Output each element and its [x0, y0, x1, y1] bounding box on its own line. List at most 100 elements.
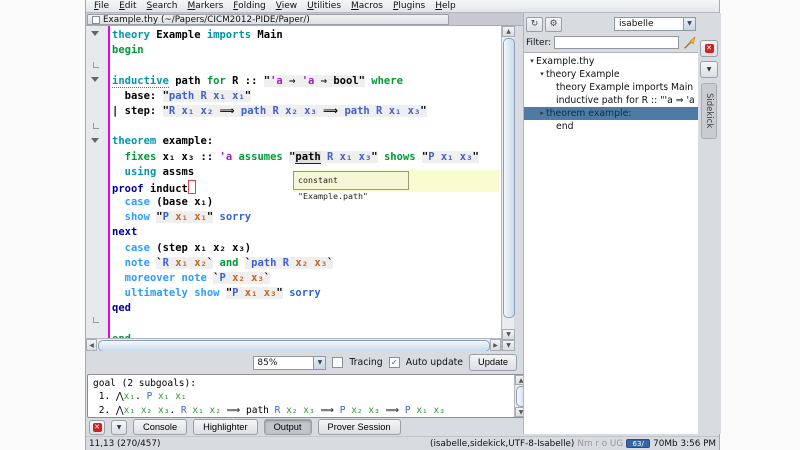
tree-node-label: end: [556, 121, 574, 132]
tracing-label: Tracing: [349, 357, 383, 368]
zoom-level-value: 85%: [257, 357, 278, 368]
code-line: fixes x₁ x₃ :: 'a assumes "path R x₁ x₃"…: [124, 150, 479, 164]
jedit-window: File Edit Search Markers Folding View Utilitie…: [85, 0, 721, 450]
tree-row[interactable]: theory Example imports Main: [524, 81, 698, 94]
filter-input[interactable]: [554, 36, 679, 49]
tree-expand-icon[interactable]: ▾: [528, 55, 536, 68]
tree-expand-icon[interactable]: ▾: [538, 68, 546, 81]
tree-node-label: inductive path for R :: "'a ⇒ 'a ⇒ bool": [556, 95, 698, 106]
tree-expand-icon[interactable]: ▸: [538, 107, 546, 120]
code-line: ultimately show "P x₁ x₃" sorry: [124, 287, 321, 300]
menu-file[interactable]: File: [89, 0, 114, 12]
tree-node-label: Example.thy: [536, 56, 595, 67]
entity-tooltip: constant "Example.path": [293, 171, 409, 201]
close-icon: ✕: [92, 422, 102, 432]
menu-folding[interactable]: Folding: [228, 0, 271, 12]
scroll-up-icon[interactable]: ▲: [502, 26, 515, 37]
parser-combo[interactable]: isabelle ▼: [614, 17, 696, 31]
dock-button-output[interactable]: Output: [263, 419, 312, 435]
menu-utilities[interactable]: Utilities: [302, 0, 346, 12]
fold-end-icon: [93, 123, 99, 129]
sidekick-dock-tab[interactable]: Sidekick: [701, 83, 717, 139]
tree-node-label: theory Example imports Main: [556, 82, 694, 93]
fold-triangle-icon[interactable]: [91, 77, 99, 82]
auto-update-label: Auto update: [405, 357, 464, 368]
memory-total: 70Mb: [653, 438, 678, 449]
fold-end-icon: [93, 62, 99, 68]
memory-indicator[interactable]: 63/: [626, 439, 651, 448]
editor-vertical-scrollbar[interactable]: ▲ ▼ ▼: [501, 26, 515, 351]
clock: 3:56 PM: [680, 438, 716, 449]
tree-row[interactable]: inductive path for R :: "'a ⇒ 'a ⇒ bool": [524, 94, 698, 107]
tree-row[interactable]: ▾ theory Example: [524, 68, 698, 81]
panel-menu-button[interactable]: ▼: [700, 61, 718, 78]
code-line: base: "path R x₁ x₁": [112, 89, 252, 102]
fold-triangle-icon[interactable]: [91, 138, 99, 143]
scroll-left-icon[interactable]: ◀: [86, 339, 97, 351]
settings-gear-icon[interactable]: ⚙: [545, 16, 562, 32]
update-button[interactable]: Update: [469, 354, 517, 371]
code-line: qed: [112, 302, 131, 315]
tracing-checkbox[interactable]: [332, 357, 344, 368]
code-line: | step: "R x₁ x₂ ⟹ path R x₂ x₃ ⟹ path R…: [112, 104, 427, 117]
code-line: 1. ⋀x₁. P x₁ x₁: [93, 391, 187, 403]
buffer-title: Example.thy (~/Papers/CICM2012-PIDE/Pape…: [103, 14, 310, 25]
menu-view[interactable]: View: [271, 0, 302, 12]
output-dockable: goal (2 subgoals): 1. ⋀x₁. P x₁ x₁ 2. ⋀x…: [87, 374, 528, 418]
buffer-mode-info: (isabelle,sidekick,UTF-8-Isabelle): [430, 438, 575, 449]
code-line: case (step x₁ x₂ x₃): [124, 241, 252, 254]
bottom-dock-buttons: ✕ ▼ Console Highlighter Output Prover Sessi…: [86, 418, 523, 436]
code-line: 2. ⋀x₁ x₂ x₃. R x₁ x₂ ⟹ path R x₂ x₃ ⟹ P…: [93, 404, 445, 416]
buffer-tab[interactable]: Example.thy (~/Papers/CICM2012-PIDE/Pape…: [87, 14, 449, 25]
editor-horizontal-scrollbar[interactable]: ◀ ▶: [86, 338, 501, 352]
dock-button-console[interactable]: Console: [133, 419, 188, 435]
menu-markers[interactable]: Markers: [182, 0, 228, 12]
auto-update-checkbox[interactable]: ✓: [388, 357, 400, 368]
menu-search[interactable]: Search: [142, 0, 183, 12]
status-bar: 11,13 (270/457) (isabelle,sidekick,UTF-8…: [86, 436, 719, 450]
editor-area[interactable]: theory Example imports Main begin inductiv…: [86, 26, 515, 352]
filter-label: Filter:: [526, 37, 552, 48]
editor-gutter[interactable]: [86, 26, 110, 338]
dock-menu-button[interactable]: ▼: [111, 419, 127, 435]
clear-filter-broom-icon[interactable]: [682, 35, 696, 50]
chevron-down-icon: ▼: [116, 423, 122, 431]
fold-triangle-icon[interactable]: [91, 31, 99, 36]
menu-help[interactable]: Help: [430, 0, 461, 12]
right-dock-strip: ✕ ▼ Sidekick: [698, 13, 721, 434]
scroll-down-icon[interactable]: ▼: [502, 340, 515, 351]
filter-row: Filter:: [526, 35, 696, 50]
menu-edit[interactable]: Edit: [114, 0, 141, 12]
zoom-level-combo[interactable]: 85% ▼: [253, 355, 327, 370]
menu-macros[interactable]: Macros: [346, 0, 388, 12]
dock-button-highlighter[interactable]: Highlighter: [193, 419, 258, 435]
scroll-right-icon[interactable]: ▶: [490, 339, 501, 351]
edit-mode-flags: Nm r o UG: [577, 438, 624, 449]
code-line: goal (2 subgoals):: [93, 378, 196, 389]
parse-buffer-icon[interactable]: ↻: [526, 16, 543, 32]
tree-row[interactable]: ▸ theorem example:: [524, 107, 698, 120]
tree-row[interactable]: ▾ Example.thy: [524, 55, 698, 68]
chevron-down-icon[interactable]: ▼: [313, 356, 326, 369]
scroll-down-icon[interactable]: ▼: [502, 329, 515, 340]
scrollbar-thumb[interactable]: [503, 38, 515, 318]
chevron-down-icon[interactable]: ▼: [683, 18, 695, 30]
sidekick-panel: ↻ ⚙ isabelle ▼ Filter: ▾ Example.thy ▾ theo…: [523, 13, 698, 434]
sidekick-tree: ▾ Example.thy ▾ theory Example theory Exampl…: [524, 52, 698, 434]
tree-row[interactable]: end: [524, 120, 698, 133]
close-panel-button[interactable]: ✕: [700, 40, 718, 57]
code-line: show "P x₁ x₁" sorry: [124, 211, 252, 224]
output-controls-row: 85% ▼ Tracing ✓ Auto update Update: [86, 351, 523, 374]
code-line: theory Example imports Main: [112, 29, 283, 41]
dock-button-prover-session[interactable]: Prover Session: [317, 419, 401, 435]
tree-node-label: theorem example:: [546, 108, 632, 119]
tree-node-label: theory Example: [546, 69, 620, 80]
menu-plugins[interactable]: Plugins: [388, 0, 430, 12]
close-dock-button[interactable]: ✕: [89, 419, 105, 435]
sidekick-toolbar: ↻ ⚙ isabelle ▼: [526, 16, 696, 32]
buffer-tab-bar: Example.thy (~/Papers/CICM2012-PIDE/Pape…: [86, 13, 523, 26]
parser-combo-value: isabelle: [619, 19, 654, 29]
